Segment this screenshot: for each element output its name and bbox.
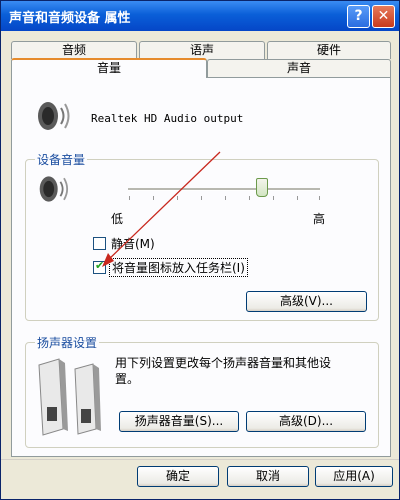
apply-button[interactable]: 应用(A): [315, 466, 393, 487]
close-icon[interactable]: ✕: [372, 5, 395, 28]
speaker-description-line1: 用下列设置更改每个扬声器音量和其他设: [115, 356, 332, 370]
ok-button[interactable]: 确定: [137, 466, 219, 487]
slider-tick: [273, 196, 274, 200]
device-volume-label: 设备音量: [35, 151, 88, 168]
tab-sounds[interactable]: 声音: [207, 59, 391, 77]
speaker-volume-button[interactable]: 扬声器音量(S)...: [119, 411, 239, 432]
tab-hardware[interactable]: 硬件: [267, 41, 391, 59]
speaker-settings-label: 扬声器设置: [35, 334, 100, 351]
device-advanced-button[interactable]: 高级(V)...: [246, 291, 367, 312]
speaker-icon: [39, 176, 69, 202]
speaker-advanced-button[interactable]: 高级(D)...: [246, 411, 366, 432]
help-icon[interactable]: ?: [347, 5, 370, 28]
tab-volume[interactable]: 音量: [11, 58, 207, 78]
properties-window: 声音和音频设备 属性 ? ✕ 音频 语声 硬件 音量 声音 Realtek HD…: [0, 0, 400, 500]
cancel-button[interactable]: 取消: [227, 466, 309, 487]
window-title: 声音和音频设备 属性: [9, 11, 131, 26]
volume-slider-thumb[interactable]: [256, 178, 268, 197]
slider-tick: [249, 196, 250, 200]
annotation-arrow-icon: [102, 151, 221, 267]
device-name: Realtek HD Audio output: [91, 112, 244, 125]
footer-divider: [1, 459, 399, 460]
tab-audio[interactable]: 音频: [11, 41, 137, 59]
speaker-description-line2: 置。: [115, 372, 140, 386]
volume-high-label: 高: [313, 212, 326, 226]
slider-tick: [319, 196, 320, 200]
speaker-icon: [38, 102, 70, 130]
tab-voice[interactable]: 语声: [139, 41, 265, 59]
speaker-pair-icon: [38, 358, 101, 436]
title-bar[interactable]: 声音和音频设备 属性 ? ✕: [1, 1, 399, 31]
slider-tick: [297, 196, 298, 200]
